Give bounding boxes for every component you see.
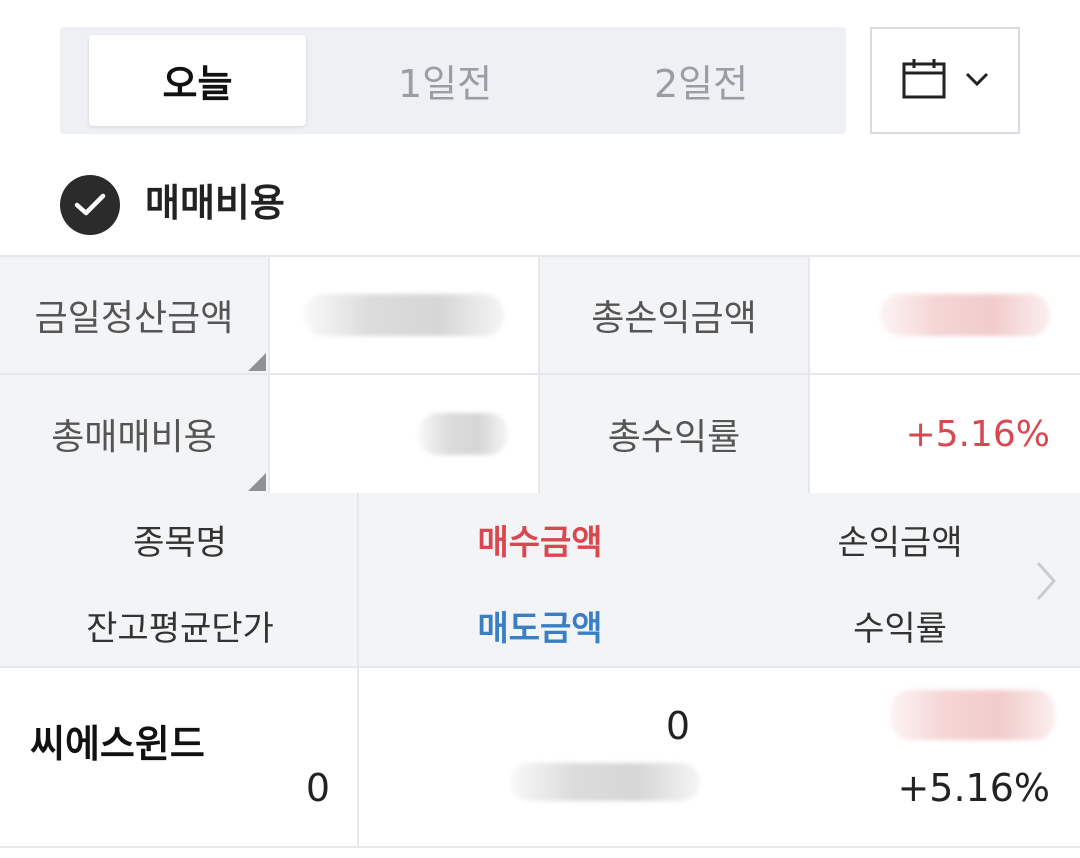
total-trading-cost-value	[270, 375, 538, 495]
section-title: 매매비용	[145, 181, 285, 225]
total-return-value: +5.16%	[810, 375, 1080, 495]
total-trading-cost-label[interactable]: 총매매비용	[0, 375, 268, 495]
calendar-icon	[901, 58, 947, 104]
calendar-dropdown-button[interactable]	[870, 27, 1020, 134]
redacted-value	[418, 413, 508, 455]
date-tab-bar: 오늘 1일전 2일전	[60, 27, 846, 134]
settlement-amount-label-text: 금일정산금액	[34, 298, 234, 339]
redacted-value	[510, 763, 700, 801]
stock-name: 씨에스윈드	[30, 722, 205, 766]
buy-amount: 0	[665, 704, 690, 748]
avg-price: 0	[305, 766, 330, 810]
col-avg-price: 잔고평균단가	[86, 609, 274, 649]
col-pnl-amount: 손익금액	[837, 523, 963, 563]
redacted-value	[890, 690, 1055, 740]
col-return-rate: 수익률	[853, 609, 947, 649]
sell-amount	[510, 763, 700, 801]
corner-indicator-icon	[248, 353, 266, 371]
col-buy-amount: 매수금액	[477, 523, 603, 563]
check-icon	[74, 193, 106, 216]
tab-2-days-ago[interactable]: 2일전	[590, 35, 812, 126]
divider	[268, 257, 270, 495]
settlement-amount-label[interactable]: 금일정산금액	[0, 257, 268, 375]
redacted-value	[880, 294, 1050, 336]
table-header: 종목명 매수금액 손익금액 잔고평균단가 매도금액 수익률	[0, 493, 1080, 668]
summary-grid: 금일정산금액 총손익금액 총매매비용 총수익률 +5.16%	[0, 255, 1080, 495]
total-return-label: 총수익률	[540, 375, 808, 495]
checkbox-trading-cost[interactable]	[60, 175, 120, 235]
col-sell-amount: 매도금액	[477, 609, 603, 649]
corner-indicator-icon	[248, 473, 266, 491]
chevron-down-icon	[965, 71, 989, 91]
redacted-value	[304, 294, 504, 336]
table-row[interactable]: 씨에스윈드 0 0 +5.16%	[0, 668, 1080, 848]
col-stock-name: 종목명	[133, 523, 227, 563]
tab-today[interactable]: 오늘	[89, 35, 306, 126]
pnl-amount	[890, 690, 1055, 740]
divider	[538, 257, 540, 495]
settlement-amount-value	[270, 257, 538, 375]
divider	[808, 257, 810, 495]
return-rate: +5.16%	[897, 766, 1050, 810]
chevron-right-icon[interactable]	[1035, 560, 1057, 602]
tab-1-day-ago[interactable]: 1일전	[335, 35, 555, 126]
divider	[357, 668, 359, 848]
total-pnl-label: 총손익금액	[540, 257, 808, 375]
total-trading-cost-label-text: 총매매비용	[51, 417, 217, 458]
total-pnl-value	[810, 257, 1080, 375]
